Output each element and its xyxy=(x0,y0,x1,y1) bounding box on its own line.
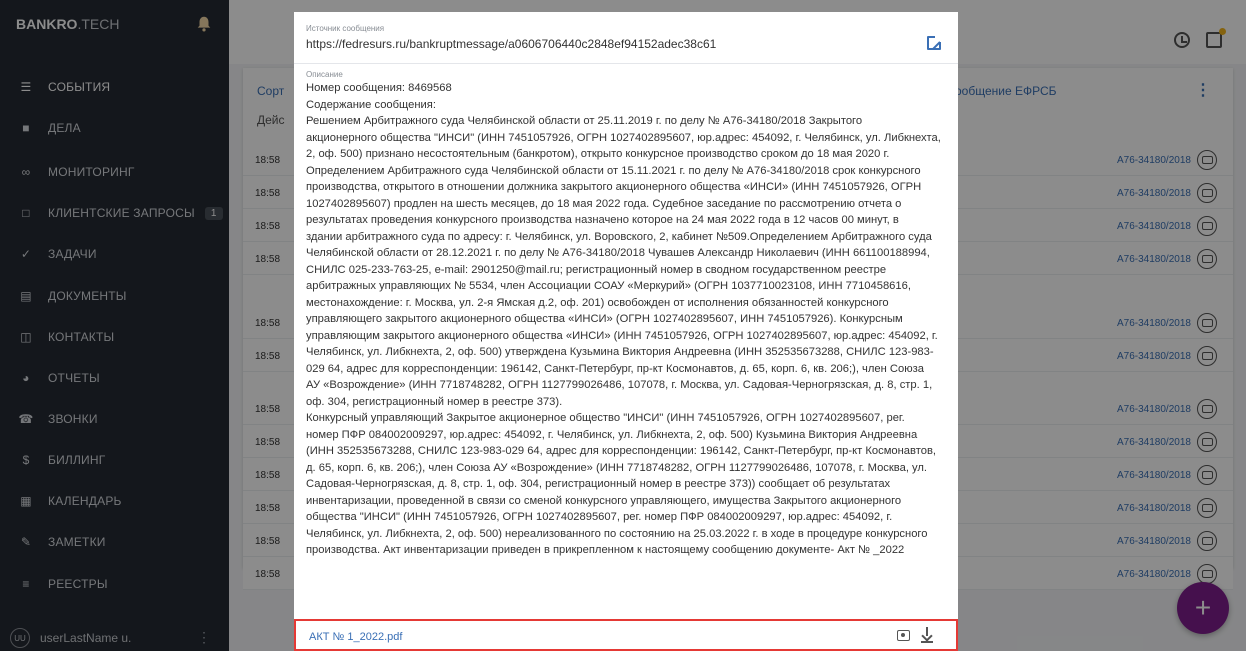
description-line: Решением Арбитражного суда Челябинской о… xyxy=(306,115,863,127)
description-line: АУ «Возрождение» (ИНН 7718748282, ОГРН 1… xyxy=(306,379,933,391)
description-line: 2, оф. 500) признано несостоятельным (ба… xyxy=(306,148,890,160)
source-label: Источник сообщения xyxy=(306,24,385,33)
description-line: Челябинск, ул. Либкнехта, 2, оф. 500) ут… xyxy=(306,346,934,358)
description-line: Определением Арбитражного суда Челябинск… xyxy=(306,164,921,177)
description-line: акционерного общества "ИНСИ" (ИНН 745105… xyxy=(306,131,941,144)
attachment-row[interactable]: АКТ № 1_2022.pdf xyxy=(294,619,958,651)
description-line: оф. 304, регистрационный номер в реестре… xyxy=(306,395,563,408)
source-section: Источник сообщения https://fedresurs.ru/… xyxy=(294,12,958,64)
open-external-icon[interactable] xyxy=(927,35,942,50)
description-line: (ИНН 352535673288, СНИЛС 123-983-029 64,… xyxy=(306,445,936,457)
description-line: арбитражных управляющих № 5534, член Асс… xyxy=(306,280,911,292)
description-line: 1027402895607) продлен на шесть месяцев,… xyxy=(306,197,902,210)
description-line: Челябинск, ул. Либкнехта, 2, оф. 500) не… xyxy=(306,527,928,540)
description-line: местонахождение: г. Москва, ул. 2-я Ямск… xyxy=(306,296,889,309)
description-line: общества "ИНСИ" (ИНН 7451057926, ОГРН 10… xyxy=(306,511,893,523)
description-line: Номер сообщения: 8469568 xyxy=(306,82,452,94)
description-line: управляющего закрытого акционерного обще… xyxy=(306,313,903,325)
download-icon-base xyxy=(921,641,933,643)
description-line: результатах проведения конкурсного произ… xyxy=(306,214,899,226)
description-line: Содержание сообщения: xyxy=(306,98,436,111)
description-line: СНИЛС 025-233-763-25, e-mail: 2901250@ma… xyxy=(306,263,887,276)
source-url[interactable]: https://fedresurs.ru/bankruptmessage/a06… xyxy=(306,37,716,51)
description-line: Садовая-Черногрязская, д. 8, стр. 1, оф.… xyxy=(306,478,891,490)
description-line: Челябинской области от 28.12.2021 г. по … xyxy=(306,247,930,259)
description-line: производства. Акт инвентаризации приведе… xyxy=(306,544,905,556)
attachment-filename[interactable]: АКТ № 1_2022.pdf xyxy=(309,631,402,643)
description-line: д. 65, корп. 6, кв. 206;), член Союза АУ… xyxy=(306,461,928,474)
description-line: инвентаризации, проведенной в связи со с… xyxy=(306,494,902,507)
description-line: управляющим закрытого акционерного общес… xyxy=(306,329,938,342)
description-line: 029 64, адрес для корреспонденции: 19614… xyxy=(306,362,924,375)
description-section: Описание Номер сообщения: 8469568 Содержа… xyxy=(294,68,958,618)
preview-icon[interactable] xyxy=(897,630,910,641)
description-line: номер ПФР 084002009297, юр.адрес: 454092… xyxy=(306,428,918,441)
description-text: Номер сообщения: 8469568 Содержание сообщ… xyxy=(306,80,954,559)
description-line: Конкурсный управляющий Закрытое акционер… xyxy=(306,412,905,424)
description-line: здании арбитражного суда по адресу: г. Ч… xyxy=(306,230,932,243)
description-label: Описание xyxy=(306,70,343,79)
message-modal: Источник сообщения https://fedresurs.ru/… xyxy=(294,12,958,651)
description-line: производства, открытого в отношении долж… xyxy=(306,181,922,193)
